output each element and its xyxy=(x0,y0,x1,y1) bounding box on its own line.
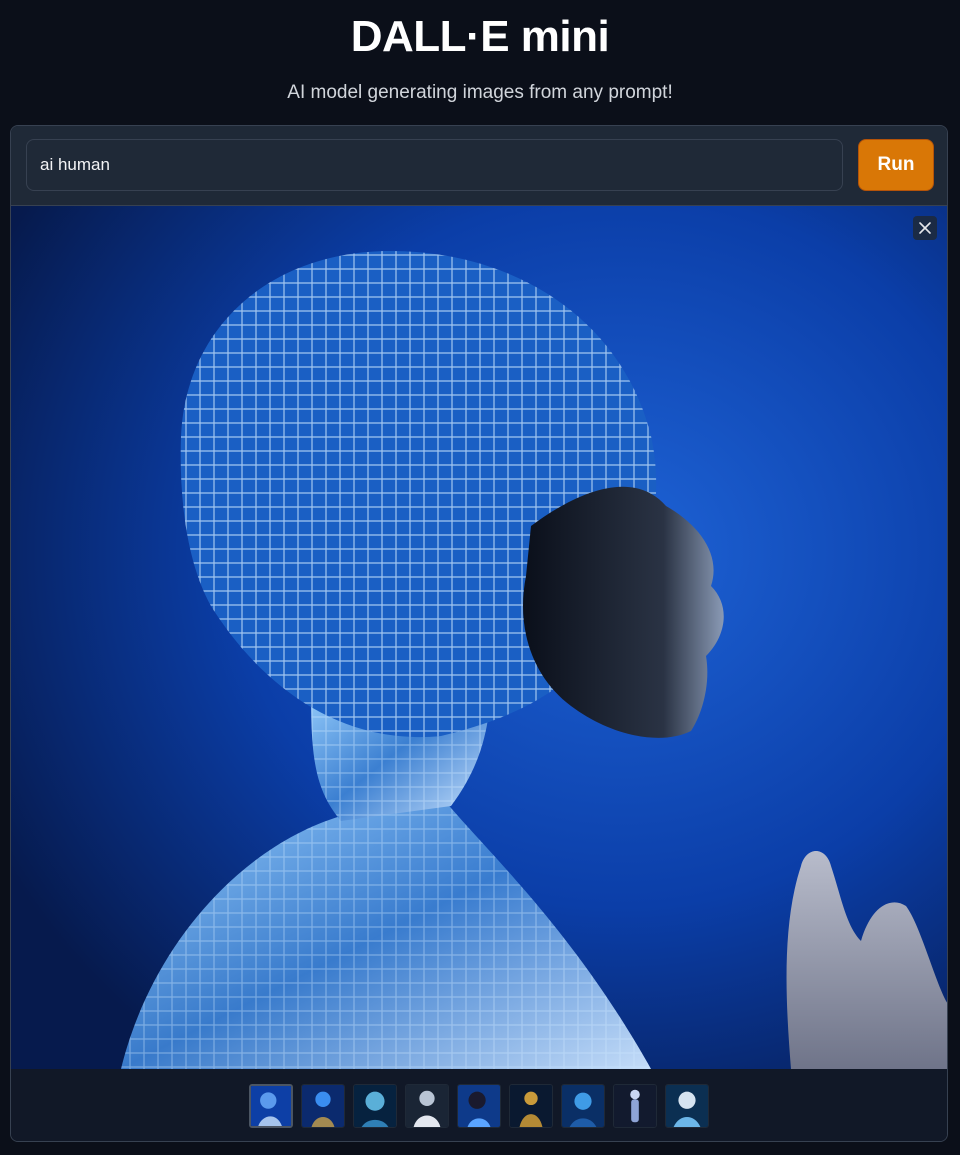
thumbnail-3[interactable] xyxy=(353,1084,397,1128)
thumbnail-5[interactable] xyxy=(457,1084,501,1128)
thumbnail-1[interactable] xyxy=(249,1084,293,1128)
thumbnail-2[interactable] xyxy=(301,1084,345,1128)
generator-panel: Run xyxy=(10,125,948,1142)
thumbnail-4[interactable] xyxy=(405,1084,449,1128)
generated-image xyxy=(11,206,947,1069)
prompt-input[interactable] xyxy=(26,139,843,191)
thumbnail-8[interactable] xyxy=(613,1084,657,1128)
thumbnail-6[interactable] xyxy=(509,1084,553,1128)
image-gallery xyxy=(11,206,947,1069)
thumbnail-7[interactable] xyxy=(561,1084,605,1128)
close-icon xyxy=(919,222,931,234)
app-header: DALL·E mini AI model generating images f… xyxy=(0,0,960,125)
thumbnail-strip xyxy=(11,1069,947,1141)
thumbnail-9[interactable] xyxy=(665,1084,709,1128)
run-button[interactable]: Run xyxy=(858,139,934,191)
page-subtitle: AI model generating images from any prom… xyxy=(287,82,673,103)
page-title: DALL·E mini xyxy=(350,12,610,61)
prompt-row: Run xyxy=(11,126,947,206)
close-gallery-button[interactable] xyxy=(913,216,937,240)
